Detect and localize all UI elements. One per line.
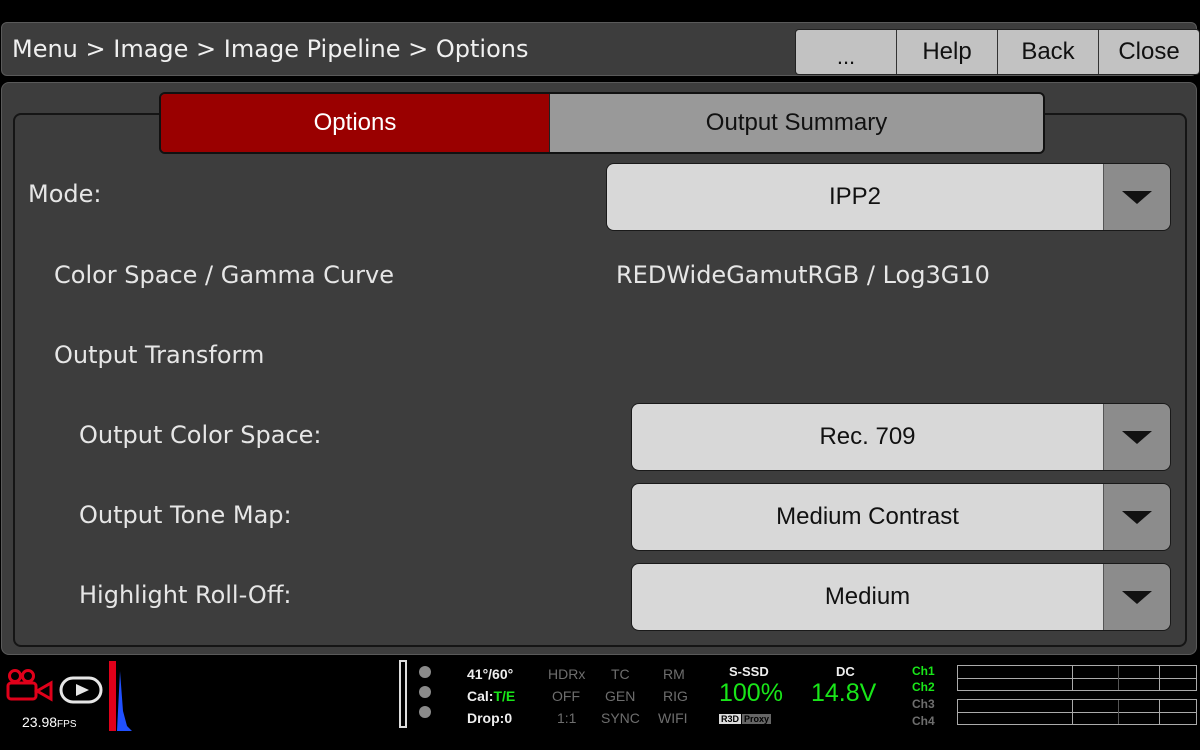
output-color-space-label: Output Color Space:: [79, 421, 322, 449]
header-bar: Menu > Image > Image Pipeline > Options …: [1, 22, 1200, 76]
more-button[interactable]: ...: [796, 30, 896, 74]
calibration-status: Cal:T/E: [467, 688, 515, 704]
mode-label: Mode:: [28, 180, 102, 208]
tab-bar: Options Output Summary: [159, 92, 1045, 154]
hdrx-label: HDRx: [548, 666, 586, 682]
status-led-1: [419, 666, 431, 678]
play-icon[interactable]: [59, 676, 103, 704]
output-tone-map-value[interactable]: Medium Contrast: [632, 484, 1103, 550]
proxy-tag: Proxy: [742, 714, 772, 724]
record-camera-icon[interactable]: [6, 668, 54, 702]
output-tone-map-dropdown[interactable]: Medium Contrast: [631, 483, 1171, 551]
back-button[interactable]: Back: [997, 30, 1098, 74]
output-color-space-dropdown-button[interactable]: [1103, 404, 1170, 470]
close-button[interactable]: Close: [1098, 30, 1199, 74]
power-label: DC: [836, 664, 855, 679]
fps-unit: FPS: [57, 719, 77, 730]
highlight-rolloff-label: Highlight Roll-Off:: [79, 581, 292, 609]
fps-readout: 23.98FPS: [22, 714, 77, 730]
audio-meter-ch3-ch4: [957, 699, 1197, 725]
hdrx-ratio: 1:1: [557, 710, 577, 726]
r3d-tag: R3D: [719, 714, 742, 724]
calibration-value: T/E: [493, 688, 516, 704]
color-space-gamma-label: Color Space / Gamma Curve: [54, 261, 394, 289]
hdrx-value: OFF: [552, 688, 580, 704]
help-button[interactable]: Help: [896, 30, 997, 74]
channel-ch1: Ch1: [912, 664, 935, 678]
status-led-2: [419, 686, 431, 698]
chevron-down-icon: [1122, 430, 1152, 444]
tab-options[interactable]: Options: [161, 94, 549, 152]
mode-value[interactable]: IPP2: [607, 164, 1103, 230]
channel-ch4: Ch4: [912, 714, 935, 728]
mode-dropdown-button[interactable]: [1103, 164, 1170, 230]
breadcrumb[interactable]: Menu > Image > Image Pipeline > Options: [12, 23, 528, 75]
output-color-space-dropdown[interactable]: Rec. 709: [631, 403, 1171, 471]
output-tone-map-dropdown-button[interactable]: [1103, 484, 1170, 550]
audio-meter: [399, 660, 407, 728]
output-tone-map-label: Output Tone Map:: [79, 501, 292, 529]
timecode-value: GEN: [605, 688, 636, 704]
remote-label: RM: [663, 666, 685, 682]
highlight-rolloff-value[interactable]: Medium: [632, 564, 1103, 630]
calibration-label: Cal:: [467, 688, 494, 704]
output-transform-heading: Output Transform: [54, 341, 265, 369]
media-label: S-SSD: [729, 664, 769, 679]
dropped-frames: Drop:0: [467, 710, 513, 726]
fps-value: 23.98: [22, 714, 58, 730]
channel-ch3: Ch3: [912, 697, 935, 711]
header-button-group: ... Help Back Close: [795, 29, 1200, 75]
mode-dropdown[interactable]: IPP2: [606, 163, 1171, 231]
tab-output-summary[interactable]: Output Summary: [549, 94, 1043, 152]
chevron-down-icon: [1122, 510, 1152, 524]
status-led-3: [419, 706, 431, 718]
media-format-tags: R3D Proxy: [719, 714, 772, 724]
output-color-space-value[interactable]: Rec. 709: [632, 404, 1103, 470]
color-space-gamma-value: REDWideGamutRGB / Log3G10: [616, 261, 990, 289]
audio-meter-ch1-ch2: [957, 665, 1197, 691]
remote-wifi: WIFI: [658, 710, 688, 726]
channel-ch2: Ch2: [912, 680, 935, 694]
status-bar: 23.98FPS 41°/60° Cal:T/E Drop:0 HDRx OFF…: [0, 656, 1200, 750]
timecode-label: TC: [611, 666, 630, 682]
media-remaining: 100%: [719, 679, 783, 707]
highlight-rolloff-dropdown[interactable]: Medium: [631, 563, 1171, 631]
chevron-down-icon: [1122, 590, 1152, 604]
highlight-rolloff-dropdown-button[interactable]: [1103, 564, 1170, 630]
remote-value: RIG: [663, 688, 688, 704]
power-voltage: 14.8V: [811, 679, 877, 707]
shutter-angle[interactable]: 41°/60°: [467, 666, 513, 682]
histogram-icon: [109, 661, 132, 731]
timecode-sync: SYNC: [601, 710, 640, 726]
chevron-down-icon: [1122, 190, 1152, 204]
